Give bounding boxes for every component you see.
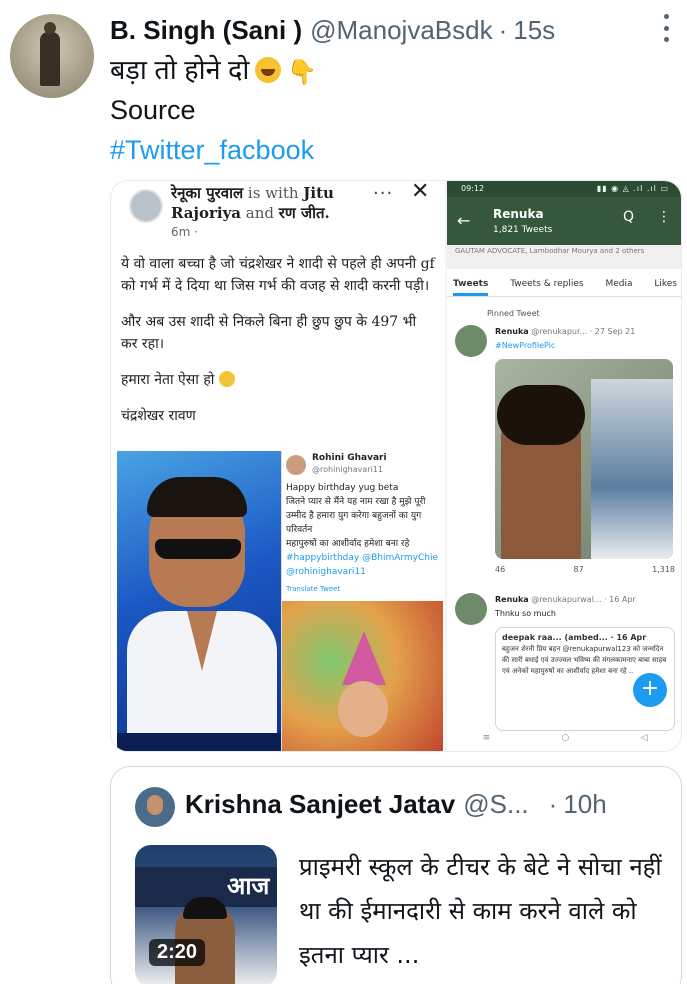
fb-collage-image: Rohini Ghavari @rohinighavari11 Happy bi… [117, 451, 443, 751]
author-avatar[interactable] [10, 14, 94, 98]
tweet2-author: Renuka @renukapurwal... · 16 Apr [495, 595, 636, 604]
tweet1-author: Renuka @renukapur... · 27 Sep 21 [495, 327, 635, 336]
renuka-avatar [455, 325, 487, 357]
tweet1-name: Renuka [495, 327, 529, 336]
status-time: 09:12 [461, 184, 485, 193]
tweet1-hashtag: #NewProfilePic [495, 341, 556, 350]
fb-and-text: and [245, 204, 274, 222]
fb-post-time: 6m · [171, 225, 198, 239]
tweet-source-text: Source [110, 95, 196, 125]
status-bar: 09:12 ▮▮ ◉ ◬ .ıl .ıl ▭ [447, 181, 681, 197]
tweet-timestamp[interactable]: 15s [513, 15, 555, 46]
fb-close-icon: ✕ [411, 180, 430, 204]
fb-paragraph: और अब उस शादी से निकले बिना ही छुप छुप क… [121, 314, 417, 352]
compose-fab-icon: + [633, 673, 667, 707]
tab-likes: Likes [654, 279, 677, 289]
card-line: Happy birthday yug beta [286, 483, 399, 493]
followers-note: GAUTAM ADVOCATE, Lambodhar Mourya and 2 … [447, 245, 681, 269]
fb-paragraph-text: हमारा नेता ऐसा हो [121, 372, 215, 388]
thumb-banner-text: आज [227, 872, 270, 900]
author-handle[interactable]: @ManojvaBsdk [310, 15, 492, 46]
tab-tweets: Tweets [453, 271, 489, 296]
video-duration-badge: 2:20 [149, 939, 206, 966]
tweet-text: बड़ा तो होने दो [110, 55, 250, 85]
embedded-tweet-card: Rohini Ghavari @rohinighavari11 Happy bi… [281, 451, 443, 751]
quoted-tweet[interactable]: Krishna Sanjeet Jatav @S... · 10h आज 2:2… [110, 766, 682, 984]
tweet-hashtag-link[interactable]: #Twitter_facbook [110, 130, 314, 170]
tweet-count: 1,821 Tweets [493, 225, 553, 235]
quoted-tweet-text: प्राइमरी स्कूल के टीचर के बेटे ने सोचा न… [299, 853, 662, 969]
card-text: Happy birthday yug beta जितने प्यार से म… [286, 481, 442, 579]
quoted-tweet-header: Krishna Sanjeet Jatav @S... · 10h [185, 789, 667, 820]
profile-app-bar: ← Renuka 1,821 Tweets Q ⋮ [447, 197, 681, 245]
recents-icon: ≡ [482, 733, 491, 743]
tweet-media-image[interactable]: रेनूका पुरवाल is with Jitu Rajoriya and … [110, 180, 682, 752]
fb-post-header: रेनूका पुरवाल is with Jitu Rajoriya and … [171, 183, 391, 223]
like-count: 1,318 [652, 565, 675, 574]
fb-paragraph: चंद्रशेखर रावण [121, 408, 196, 424]
tweet-header: B. Singh (Sani ) @ManojvaBsdk · 15s [110, 12, 677, 48]
profile-name: Renuka [493, 207, 544, 221]
tweet2-name: Renuka [495, 595, 529, 604]
kebab-menu-icon: ⋮ [657, 209, 671, 225]
card-tags: #happybirthday @BhimArmyChie @rohinighav… [286, 553, 439, 577]
video-thumbnail[interactable]: आज 2:20 [135, 845, 277, 984]
tweet1-handle: @renukapur... · 27 Sep 21 [531, 327, 636, 336]
retweet-count: 87 [573, 565, 584, 574]
status-icons: ▮▮ ◉ ◬ .ıl .ıl ▭ [596, 184, 669, 193]
quoted-author-avatar[interactable] [135, 787, 175, 827]
tweet[interactable]: B. Singh (Sani ) @ManojvaBsdk · 15s बड़ा… [0, 0, 687, 984]
card-line: जितने प्यार से मैंने यह नाम रखा है मुझे … [286, 497, 426, 535]
fb-author-avatar [129, 189, 163, 223]
author-name[interactable]: B. Singh (Sani ) [110, 15, 302, 46]
tweet2-handle: @renukapurwal... · 16 Apr [531, 595, 636, 604]
back-icon: ◁ [640, 733, 648, 743]
card-avatar [286, 455, 306, 475]
phone-screenshot: 09:12 ▮▮ ◉ ◬ .ıl .ıl ▭ ← Renuka 1,821 Tw… [447, 181, 681, 751]
fb-more-icon: ··· [373, 183, 394, 204]
home-icon: ○ [561, 733, 570, 743]
card-translate-link: Translate Tweet [286, 585, 341, 593]
more-options-icon[interactable] [659, 14, 673, 42]
pointing-down-emoji-icon [287, 53, 317, 93]
quoted-author-name[interactable]: Krishna Sanjeet Jatav [185, 789, 455, 820]
fb-paragraph: हमारा नेता ऐसा हो [121, 369, 436, 391]
separator-dot: · [498, 14, 508, 45]
portrait-photo [117, 451, 283, 751]
tweet1-actions: 46 87 1,318 [495, 565, 675, 574]
back-arrow-icon: ← [457, 211, 471, 230]
quoted-author-handle[interactable]: @S... [463, 789, 528, 820]
card-author-handle: @rohinighavari11 [312, 465, 383, 474]
birthday-photo [282, 601, 443, 751]
tab-tweets-replies: Tweets & replies [510, 279, 584, 289]
quoted-reply-text: बहुजन शेरनी प्रिय बहन @renukapurwal123 क… [502, 645, 667, 675]
fb-post-body: ये वो वाला बच्चा है जो चंद्रशेखर ने शादी… [121, 253, 436, 441]
pinned-label: Pinned Tweet [487, 309, 540, 318]
neutral-face-emoji-icon [218, 371, 235, 387]
fb-with-text: is with [247, 184, 299, 202]
fb-paragraph: ये वो वाला बच्चा है जो चंद्रशेखर ने शादी… [121, 256, 435, 294]
quoted-reply-author: deepak raa... (ambed... · 16 Apr [502, 633, 647, 642]
renuka-avatar [455, 593, 487, 625]
rolling-laughing-emoji-icon [255, 57, 282, 83]
fb-author-name: रेनूका पुरवाल [171, 184, 244, 202]
card-author-name: Rohini Ghavari [312, 453, 387, 463]
facebook-post-screenshot: रेनूका पुरवाल is with Jitu Rajoriya and … [111, 180, 445, 751]
search-icon: Q [623, 209, 635, 225]
tweet-text-line: बड़ा तो होने दो [110, 50, 317, 93]
card-line: महापुरुषों का आशीर्वाद हमेशा बना रहे [286, 539, 410, 549]
quoted-tweet-timestamp[interactable]: 10h [563, 789, 606, 820]
tweet2-text: Thnku so much [495, 609, 556, 618]
android-nav-bar: ≡ ○ ◁ [447, 733, 681, 751]
reply-count: 46 [495, 565, 506, 574]
separator-dot: · [548, 789, 558, 819]
fb-tagged-user-2: रण जीत. [278, 204, 330, 222]
profile-tabs: Tweets Tweets & replies Media Likes [447, 271, 681, 297]
selfie-photo [495, 359, 673, 559]
tab-media: Media [605, 279, 633, 289]
